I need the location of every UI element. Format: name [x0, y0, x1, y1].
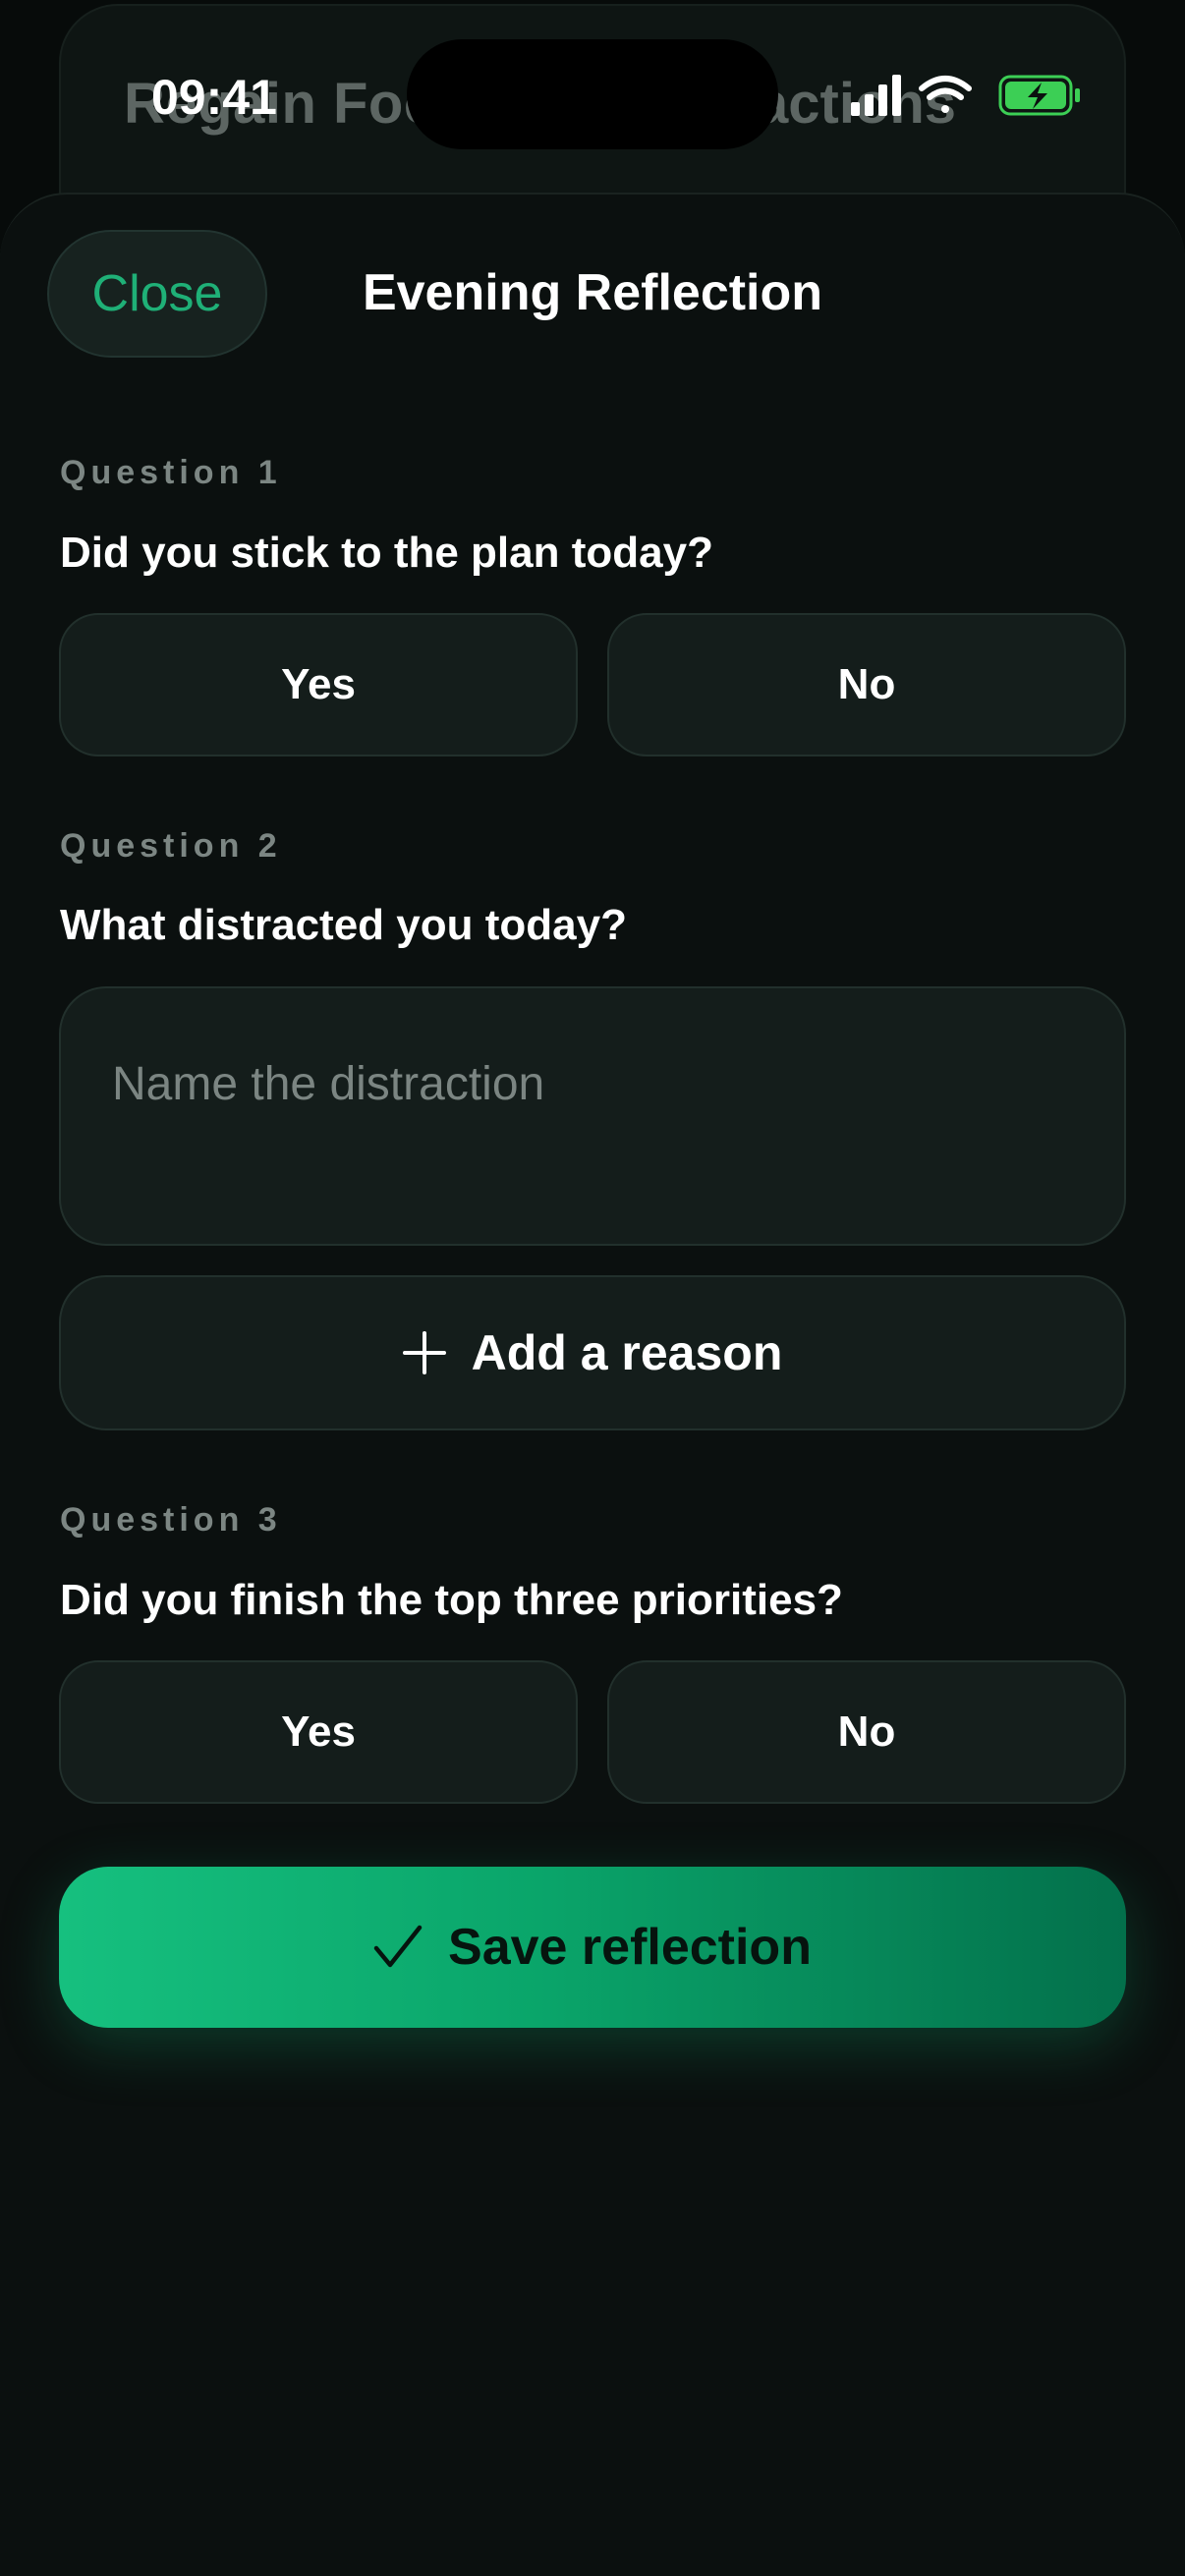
question-3-yes-button[interactable]: Yes	[59, 1660, 578, 1804]
distraction-input[interactable]	[112, 1057, 1073, 1111]
question-3-text: Did you finish the top three priorities?	[60, 1576, 843, 1624]
checkmark-icon	[373, 1925, 423, 1968]
sheet-title: Evening Reflection	[362, 264, 823, 321]
add-reason-button[interactable]: Add a reason	[59, 1275, 1126, 1430]
save-reflection-button[interactable]: Save reflection	[59, 1867, 1126, 2028]
add-reason-label: Add a reason	[471, 1325, 783, 1380]
question-3-no-button[interactable]: No	[607, 1660, 1126, 1804]
question-2-label: Question 2	[60, 827, 282, 865]
question-1-yes-button[interactable]: Yes	[59, 613, 578, 756]
save-reflection-label: Save reflection	[448, 1919, 812, 1976]
status-icons	[851, 73, 1087, 116]
screen: Regain Foc actions 09:41	[0, 0, 1185, 2576]
battery-charging-icon	[998, 75, 1080, 116]
question-1-text: Did you stick to the plan today?	[60, 529, 713, 577]
question-3-label: Question 3	[60, 1501, 282, 1539]
plus-icon	[402, 1331, 446, 1374]
question-2-text: What distracted you today?	[60, 901, 627, 949]
status-time: 09:41	[151, 70, 277, 125]
question-1-no-button[interactable]: No	[607, 613, 1126, 756]
dynamic-island	[407, 39, 778, 149]
distraction-field[interactable]	[59, 986, 1126, 1246]
signal-icon	[851, 75, 901, 116]
question-1-label: Question 1	[60, 454, 282, 491]
wifi-icon	[919, 76, 972, 113]
